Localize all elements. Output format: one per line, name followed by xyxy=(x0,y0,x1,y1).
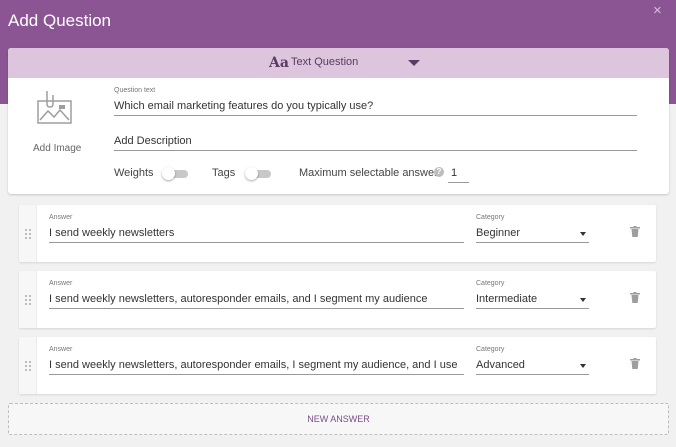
max-answers-label: Maximum selectable answers xyxy=(299,167,444,179)
trash-icon[interactable] xyxy=(630,292,640,303)
answer-input[interactable]: I send weekly newsletters xyxy=(49,227,461,239)
chevron-down-icon xyxy=(408,60,420,66)
category-label: Category xyxy=(476,214,505,221)
answer-underline xyxy=(49,242,464,243)
chevron-down-icon[interactable] xyxy=(580,364,586,368)
tags-toggle[interactable] xyxy=(245,167,271,180)
category-label: Category xyxy=(476,346,505,353)
category-select[interactable]: Intermediate xyxy=(476,293,566,305)
add-image-button[interactable]: Add Image xyxy=(33,143,81,154)
text-question-icon: Aa xyxy=(269,55,289,71)
answer-underline xyxy=(49,308,464,309)
category-underline xyxy=(476,374,589,375)
answer-label: Answer xyxy=(49,214,73,221)
answer-label: Answer xyxy=(49,280,73,287)
question-text-input[interactable]: Which email marketing features do you ty… xyxy=(114,100,634,112)
category-select[interactable]: Advanced xyxy=(476,359,566,371)
tags-label: Tags xyxy=(212,167,236,179)
chevron-down-icon[interactable] xyxy=(580,232,586,236)
weights-toggle[interactable] xyxy=(162,167,188,180)
answer-underline xyxy=(49,374,464,375)
drag-handle-icon[interactable] xyxy=(19,271,37,328)
category-select[interactable]: Beginner xyxy=(476,227,566,239)
trash-icon[interactable] xyxy=(630,226,640,237)
category-underline xyxy=(476,308,589,309)
help-icon[interactable]: ? xyxy=(434,167,444,177)
drag-handle-icon[interactable] xyxy=(19,205,37,262)
answer-input[interactable]: I send weekly newsletters, autoresponder… xyxy=(49,293,461,305)
answer-row: Answer I send weekly newsletters, autore… xyxy=(19,337,656,394)
max-answers-underline xyxy=(448,182,469,183)
answer-input[interactable]: I send weekly newsletters, autoresponder… xyxy=(49,359,461,371)
description-input[interactable]: Add Description xyxy=(114,135,634,147)
question-text-label: Question text xyxy=(114,87,156,94)
question-type-selector[interactable]: Aa Text Question xyxy=(8,48,669,78)
answer-row: Answer I send weekly newsletters, autore… xyxy=(19,271,656,328)
max-answers-input[interactable]: 1 xyxy=(451,167,467,179)
image-icon[interactable] xyxy=(37,89,73,125)
new-answer-button[interactable]: NEW ANSWER xyxy=(8,403,669,435)
dialog-title: Add Question xyxy=(8,11,112,30)
weights-label: Weights xyxy=(114,167,154,179)
drag-handle-icon[interactable] xyxy=(19,337,37,394)
category-underline xyxy=(476,242,589,243)
trash-icon[interactable] xyxy=(630,358,640,369)
question-card: Aa Text Question Add Image Question text… xyxy=(8,48,669,194)
category-label: Category xyxy=(476,280,505,287)
answer-label: Answer xyxy=(49,346,73,353)
question-type-label: Text Question xyxy=(291,56,359,68)
answer-row: Answer I send weekly newsletters Categor… xyxy=(19,205,656,262)
question-text-underline xyxy=(114,115,637,116)
chevron-down-icon[interactable] xyxy=(580,298,586,302)
close-icon[interactable]: × xyxy=(653,3,662,19)
description-underline xyxy=(114,150,637,151)
